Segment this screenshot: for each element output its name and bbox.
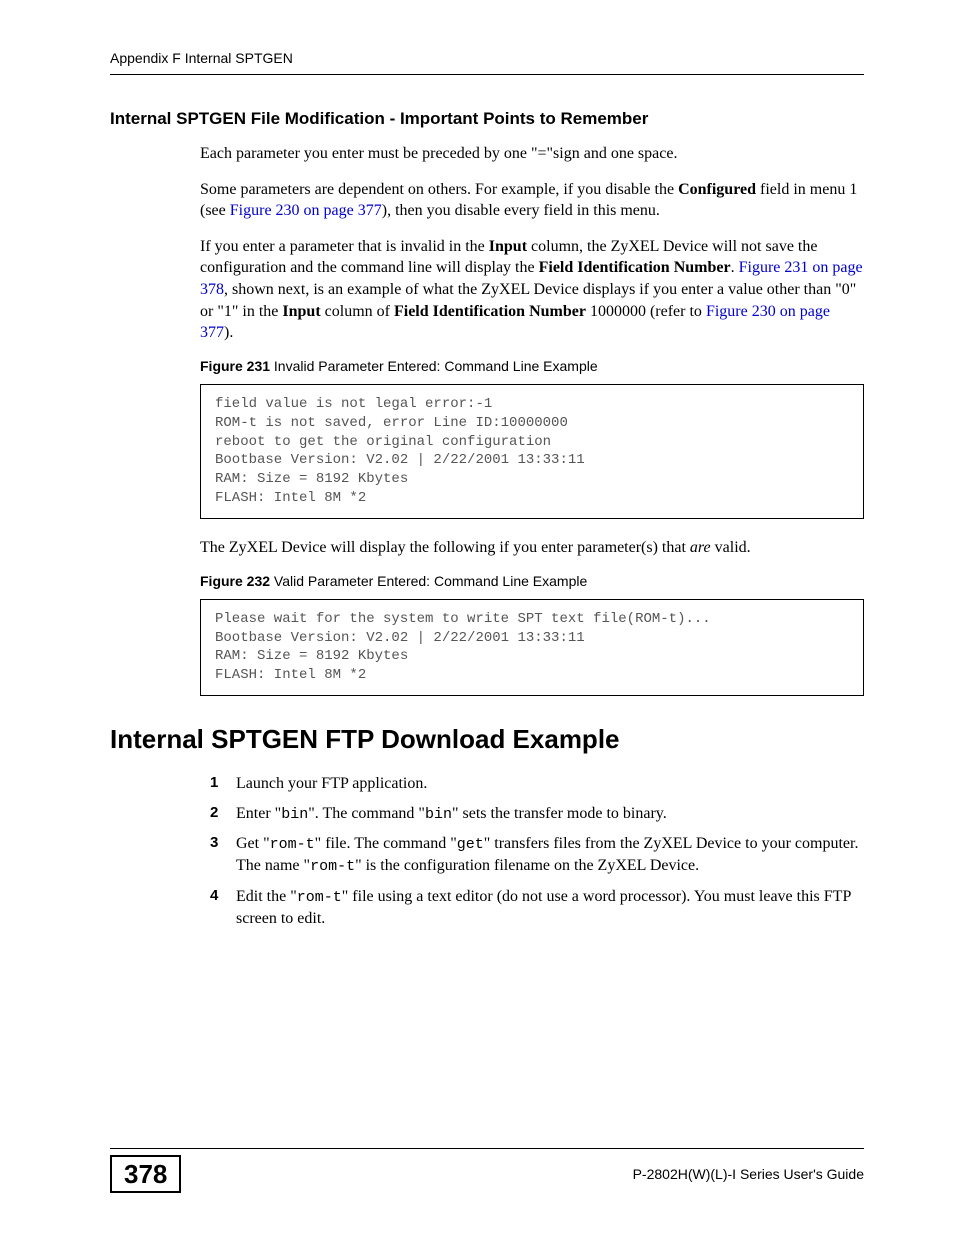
running-header: Appendix F Internal SPTGEN: [110, 50, 864, 66]
text: Launch your FTP application.: [236, 775, 427, 792]
figure-number: Figure 232: [200, 573, 270, 589]
bold-text: Field Identification Number: [539, 259, 731, 276]
text: 1000000 (refer to: [586, 303, 706, 320]
step-number: 2: [210, 803, 218, 823]
text: Some parameters are dependent on others.…: [200, 181, 678, 198]
text: valid.: [711, 539, 751, 556]
step-number: 4: [210, 886, 218, 906]
text: " is the configuration filename on the Z…: [355, 857, 699, 874]
paragraph: The ZyXEL Device will display the follow…: [200, 537, 864, 559]
paragraph: Some parameters are dependent on others.…: [200, 179, 864, 222]
bold-text: Configured: [678, 181, 756, 198]
text: column of: [321, 303, 394, 320]
text: " file. The command ": [315, 835, 457, 852]
text: Enter ": [236, 805, 281, 822]
text: Get ": [236, 835, 270, 852]
code-text: rom-t: [310, 858, 355, 875]
code-text: bin: [425, 806, 452, 823]
figure-caption: Figure 231 Invalid Parameter Entered: Co…: [200, 358, 864, 374]
list-item: 3 Get "rom-t" file. The command "get" tr…: [210, 833, 864, 878]
code-text: get: [457, 836, 484, 853]
step-number: 3: [210, 833, 218, 853]
header-rule: [110, 74, 864, 75]
italic-text: are: [690, 539, 711, 556]
figure-title: Invalid Parameter Entered: Command Line …: [270, 358, 598, 374]
text: The ZyXEL Device will display the follow…: [200, 539, 690, 556]
text: If you enter a parameter that is invalid…: [200, 238, 489, 255]
figure-number: Figure 231: [200, 358, 270, 374]
list-item: 2 Enter "bin". The command "bin" sets th…: [210, 803, 864, 825]
text: .: [731, 259, 739, 276]
text: ).: [224, 324, 233, 341]
step-number: 1: [210, 773, 218, 793]
page-footer: 378 P-2802H(W)(L)-I Series User's Guide: [110, 1148, 864, 1193]
text: ". The command ": [308, 805, 425, 822]
ordered-list: 1 Launch your FTP application. 2 Enter "…: [210, 773, 864, 929]
paragraph: If you enter a parameter that is invalid…: [200, 236, 864, 344]
code-text: rom-t: [297, 889, 342, 906]
section-heading: Internal SPTGEN FTP Download Example: [110, 724, 864, 755]
figure-title: Valid Parameter Entered: Command Line Ex…: [270, 573, 587, 589]
paragraph: Each parameter you enter must be precede…: [200, 143, 864, 165]
list-item: 4 Edit the "rom-t" file using a text edi…: [210, 886, 864, 930]
bold-text: Input: [282, 303, 320, 320]
footer-guide-title: P-2802H(W)(L)-I Series User's Guide: [633, 1166, 864, 1182]
page-content: Appendix F Internal SPTGEN Internal SPTG…: [0, 0, 954, 929]
list-item: 1 Launch your FTP application.: [210, 773, 864, 795]
bold-text: Field Identification Number: [394, 303, 586, 320]
code-example: field value is not legal error:-1 ROM-t …: [200, 384, 864, 519]
content-block: Each parameter you enter must be precede…: [200, 143, 864, 696]
footer-rule: [110, 1148, 864, 1149]
text: " sets the transfer mode to binary.: [452, 805, 667, 822]
text: Edit the ": [236, 888, 297, 905]
page-number: 378: [110, 1155, 181, 1193]
subheading: Internal SPTGEN File Modification - Impo…: [110, 109, 864, 129]
code-example: Please wait for the system to write SPT …: [200, 599, 864, 697]
bold-text: Input: [489, 238, 527, 255]
footer-row: 378 P-2802H(W)(L)-I Series User's Guide: [110, 1155, 864, 1193]
text: ), then you disable every field in this …: [382, 202, 660, 219]
code-text: bin: [281, 806, 308, 823]
figure-caption: Figure 232 Valid Parameter Entered: Comm…: [200, 573, 864, 589]
code-text: rom-t: [270, 836, 315, 853]
cross-reference-link[interactable]: Figure 230 on page 377: [230, 202, 382, 219]
